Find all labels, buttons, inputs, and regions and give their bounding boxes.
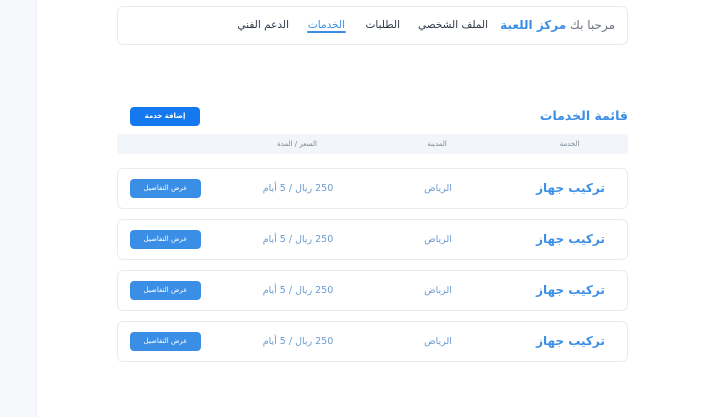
service-name: تركيب جهاز (536, 232, 605, 246)
table-row: تركيب جهاز الرياض 250 ريال / 5 أيام عرض … (117, 219, 628, 260)
view-details-button[interactable]: عرض التفاصيل (130, 179, 201, 198)
top-navbar: مرحبا بك مركز اللعبة الملف الشخصي الطلبا… (117, 6, 628, 45)
column-header-service: الخدمة (559, 140, 580, 148)
service-price: 250 ريال / 5 أيام (262, 336, 334, 347)
service-city: الرياض (424, 234, 452, 245)
center-name: مركز اللعبة (500, 18, 567, 32)
service-name: تركيب جهاز (536, 334, 605, 348)
service-price: 250 ريال / 5 أيام (262, 285, 334, 296)
greeting: مرحبا بك مركز اللعبة (500, 7, 615, 44)
services-list-title: قائمة الخدمات (539, 108, 628, 123)
view-details-button[interactable]: عرض التفاصيل (130, 332, 201, 351)
nav-link-support[interactable]: الدعم الفني (237, 7, 289, 44)
nav-link-orders[interactable]: الطلبات (366, 7, 400, 44)
service-name: تركيب جهاز (536, 283, 605, 297)
greeting-prefix: مرحبا بك (569, 18, 615, 32)
service-city: الرياض (424, 336, 452, 347)
view-details-button[interactable]: عرض التفاصيل (130, 281, 201, 300)
nav-link-services[interactable]: الخدمات (306, 7, 347, 44)
service-city: الرياض (424, 183, 452, 194)
table-header: الخدمة المدينة السعر / المدة (117, 134, 628, 154)
column-header-city: المدينة (427, 140, 447, 148)
table-row: تركيب جهاز الرياض 250 ريال / 5 أيام عرض … (117, 270, 628, 311)
side-strip (0, 0, 37, 417)
service-price: 250 ريال / 5 أيام (262, 234, 334, 245)
service-city: الرياض (424, 285, 452, 296)
nav-link-profile[interactable]: الملف الشخصي (418, 7, 488, 44)
view-details-button[interactable]: عرض التفاصيل (130, 230, 201, 249)
service-price: 250 ريال / 5 أيام (262, 183, 334, 194)
service-name: تركيب جهاز (536, 181, 605, 195)
table-row: تركيب جهاز الرياض 250 ريال / 5 أيام عرض … (117, 321, 628, 362)
add-service-button[interactable]: إضافة خدمة (130, 107, 200, 126)
column-header-price: السعر / المدة (277, 140, 317, 148)
table-row: تركيب جهاز الرياض 250 ريال / 5 أيام عرض … (117, 168, 628, 209)
